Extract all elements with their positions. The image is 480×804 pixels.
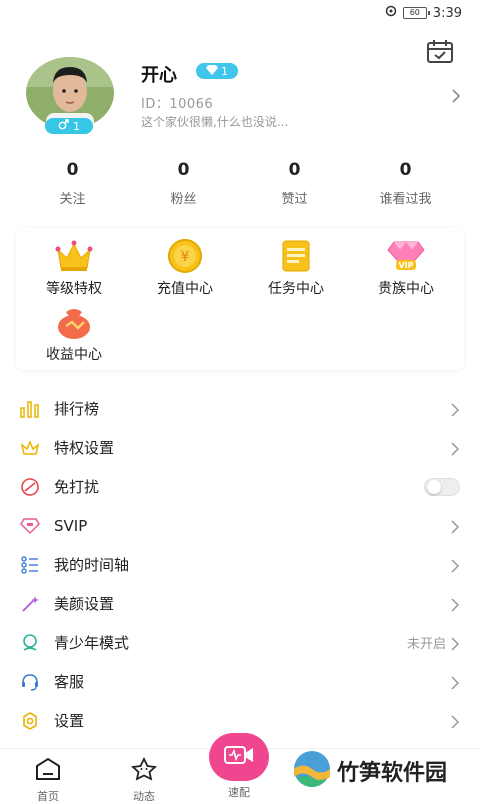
menu-label: 青少年模式 [54,634,130,652]
status-time: 3:39 [432,5,462,21]
feature-level-privilege[interactable]: 等级特权 [24,238,124,298]
signature: 这个家伙很懒,什么也没说... [141,115,289,129]
feature-label: 贵族中心 [378,281,434,297]
do-not-disturb-toggle[interactable] [424,477,460,496]
feature-grid: 等级特权 ¥ 充值中心 任务中心 VIP 贵族中心 收益中心 [16,228,464,370]
menu-label: 客服 [54,673,85,691]
settings-icon [20,711,40,731]
menu-label: 设置 [54,712,85,730]
youth-mode-status: 未开启 [406,637,446,652]
youth-mode-icon [20,633,40,653]
money-bag-icon [54,304,94,340]
stat-label: 粉丝 [170,192,197,207]
quick-match-button[interactable] [209,733,269,781]
menu-item-timeline[interactable]: 我的时间轴 [0,545,480,584]
svg-text:¥: ¥ [181,249,190,265]
watermark-text: 竹笋软件园 [337,761,448,786]
task-icon [276,238,316,274]
chevron-right-icon [450,402,460,417]
feature-label: 收益中心 [46,347,102,363]
menu-label: 我的时间轴 [54,556,130,574]
stat-value: 0 [288,160,301,180]
battery-icon: 60 [402,7,430,19]
feature-earnings[interactable]: 收益中心 [24,304,124,364]
coin-icon: ¥ [165,238,205,274]
chevron-right-icon [450,597,460,612]
level-badge: 1 [196,63,238,79]
gender-level: 1 [73,119,80,133]
home-icon [33,757,63,785]
stat-label: 关注 [59,192,86,207]
chevron-right-icon [450,519,460,534]
privilege-icon [20,438,40,458]
menu-item-customer-service[interactable]: 客服 [0,662,480,701]
timeline-icon [20,555,40,575]
profile-header[interactable]: 1 开心 1 ID：10066 这个家伙很懒,什么也没说... [0,55,480,145]
star-icon [129,756,159,785]
chevron-right-icon[interactable] [450,88,462,104]
beauty-wand-icon [20,594,40,614]
stat-following[interactable]: 0 关注 [17,160,128,210]
menu-item-beauty[interactable]: 美颜设置 [0,584,480,623]
menu-item-ranking[interactable]: 排行榜 [0,389,480,428]
chevron-right-icon [450,558,460,573]
feature-label: 充值中心 [157,281,213,297]
tab-label: 动态 [133,790,155,803]
feature-task[interactable]: 任务中心 [246,238,346,298]
chevron-right-icon [450,675,460,690]
svip-icon [20,516,40,536]
feature-label: 任务中心 [268,281,324,297]
chevron-right-icon [450,714,460,729]
tab-label: 速配 [228,786,250,799]
vip-diamond-icon: VIP [386,238,426,274]
feature-recharge[interactable]: ¥ 充值中心 [135,238,235,298]
feature-label: 等级特权 [46,281,102,297]
menu-item-youth-mode[interactable]: 青少年模式 未开启 [0,623,480,662]
location-icon [385,5,397,21]
chevron-right-icon [450,441,460,456]
menu-label: 免打扰 [54,478,100,496]
status-bar: 60 3:39 [0,0,480,26]
menu-label: SVIP [54,516,88,535]
male-icon [58,119,69,133]
stat-label: 谁看过我 [379,192,432,207]
stat-value: 0 [66,160,79,180]
nickname: 开心 [141,65,177,86]
watermark-logo [293,750,331,792]
gender-badge: 1 [45,118,93,134]
watermark: 竹笋软件园 [293,750,447,792]
diamond-icon [206,64,218,78]
tab-label: 首页 [37,790,59,803]
svg-text:VIP: VIP [398,261,413,270]
level-value: 1 [221,64,228,78]
chevron-right-icon [450,636,460,651]
user-id: ID：10066 [141,97,214,112]
menu-label: 美颜设置 [54,595,115,613]
stat-fans[interactable]: 0 粉丝 [128,160,239,210]
menu-label: 排行榜 [54,400,100,418]
customer-service-icon [20,672,40,692]
tab-home[interactable]: 首页 [20,757,76,804]
menu-item-svip[interactable]: SVIP [0,506,480,545]
feature-noble[interactable]: VIP 贵族中心 [356,238,456,298]
menu-label: 特权设置 [54,439,115,457]
stats-row: 0 关注 0 粉丝 0 赞过 0 谁看过我 [0,160,480,210]
video-call-icon [223,743,255,771]
settings-menu: 排行榜 特权设置 免打扰 SVIP 我的时间轴 美颜设置 青少年模式 未开启 客… [0,389,480,740]
menu-item-do-not-disturb[interactable]: 免打扰 [0,467,480,506]
stat-value: 0 [177,160,190,180]
menu-item-privilege[interactable]: 特权设置 [0,428,480,467]
crown-icon [54,238,94,274]
stat-visitors[interactable]: 0 谁看过我 [350,160,461,210]
stat-label: 赞过 [281,192,308,207]
stat-value: 0 [399,160,412,180]
tab-moments[interactable]: 动态 [116,756,172,804]
stat-liked[interactable]: 0 赞过 [239,160,350,210]
ranking-icon [20,399,40,419]
do-not-disturb-icon [20,477,40,497]
